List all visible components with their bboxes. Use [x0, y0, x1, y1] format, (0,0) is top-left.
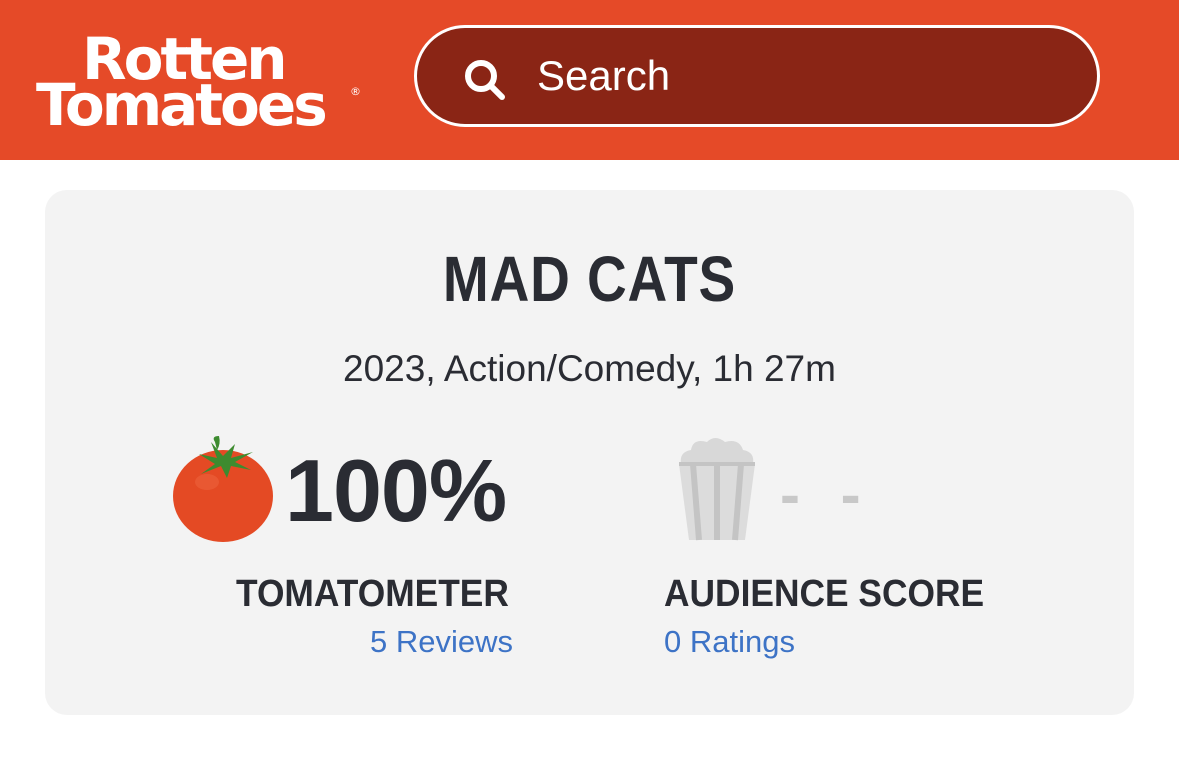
ratings-link[interactable]: 0 Ratings	[664, 624, 795, 660]
logo-line-2: Tomatoes	[36, 71, 328, 139]
audience-score: - -	[780, 461, 873, 528]
audience-score-label: AUDIENCE SCORE	[664, 573, 985, 615]
search-icon[interactable]	[461, 56, 509, 104]
tomatometer-label: TOMATOMETER	[236, 573, 509, 615]
site-header: Rotten Tomatoes ®	[0, 0, 1179, 160]
movie-score-card: MAD CATS 2023, Action/Comedy, 1h 27m 100…	[45, 190, 1134, 715]
registered-mark: ®	[350, 85, 361, 98]
movie-meta: 2023, Action/Comedy, 1h 27m	[343, 348, 836, 389]
rotten-tomatoes-logo[interactable]: Rotten Tomatoes ®	[36, 30, 366, 134]
reviews-link[interactable]: 5 Reviews	[370, 624, 513, 660]
movie-title: MAD CATS	[442, 243, 737, 315]
popcorn-bucket-icon	[679, 438, 755, 541]
tomato-icon	[173, 436, 273, 542]
tomatometer-score: 100%	[285, 441, 507, 540]
search-bar[interactable]	[414, 25, 1100, 127]
search-input[interactable]	[537, 46, 1057, 106]
